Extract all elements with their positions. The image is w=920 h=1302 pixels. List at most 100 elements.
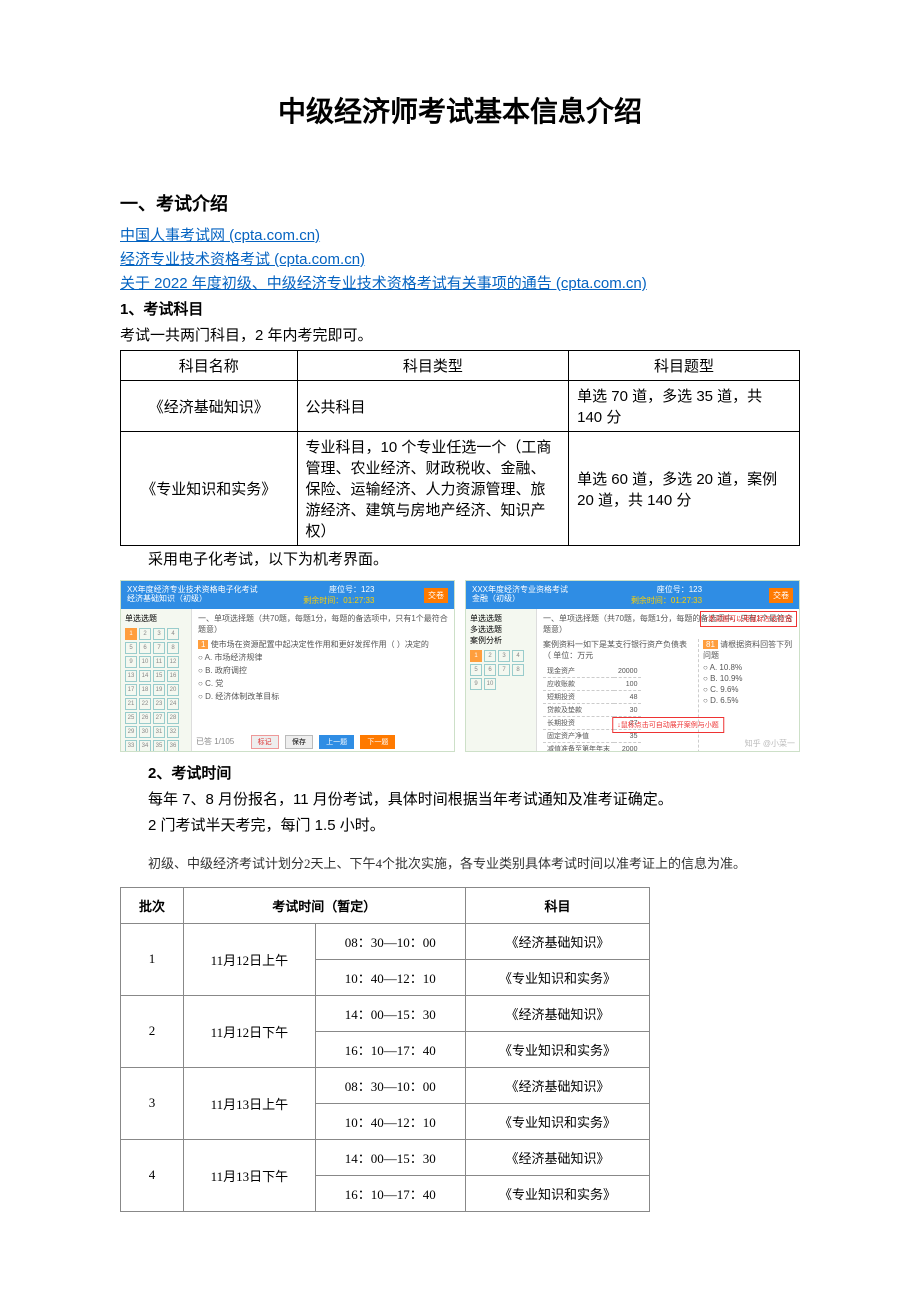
option-d[interactable]: ○ D. 6.5% [703, 696, 793, 705]
question-nav-cell[interactable]: 1 [470, 650, 482, 662]
cell-time: 08：30—10：00 [315, 923, 465, 959]
cell-time: 16：10—17：40 [315, 1031, 465, 1067]
watermark: 知乎 @小菜一 [745, 738, 795, 749]
sidebar-tab[interactable]: 多选选题 [470, 624, 532, 635]
option-b[interactable]: ○ B. 政府调控 [198, 665, 448, 676]
table-row: 《专业知识和实务》 专业科目，10 个专业任选一个（工商管理、农业经济、财政税收… [121, 432, 800, 546]
question-nav-cell[interactable]: 3 [153, 628, 165, 640]
question-nav-cell[interactable]: 10 [139, 656, 151, 668]
question-nav-cell[interactable]: 28 [167, 712, 179, 724]
cell-time: 10：40—12：10 [315, 959, 465, 995]
schedule-table: 批次 考试时间（暂定） 科目 111月12日上午08：30—10：00《经济基础… [120, 887, 650, 1212]
question-nav-cell[interactable]: 27 [153, 712, 165, 724]
question-nav-cell[interactable]: 15 [153, 670, 165, 682]
question-nav-sidebar: 单选选题 多选选题 案例分析 1234 5678 910 [466, 609, 536, 751]
question-nav-cell[interactable]: 24 [167, 698, 179, 710]
question-nav-cell[interactable]: 9 [125, 656, 137, 668]
question-nav-cell[interactable]: 36 [167, 740, 179, 752]
question-nav-cell[interactable]: 22 [139, 698, 151, 710]
mark-button[interactable]: 标记 [251, 735, 279, 749]
question-nav-cell[interactable]: 25 [125, 712, 137, 724]
subsection-1-heading: 1、考试科目 [120, 298, 800, 322]
option-a[interactable]: ○ A. 市场经济规律 [198, 652, 448, 663]
sidebar-tab[interactable]: 单选选题 [470, 613, 532, 624]
question-nav-cell[interactable]: 19 [153, 684, 165, 696]
link-2022-notice[interactable]: 关于 2022 年度初级、中级经济专业技术资格考试有关事项的通告 (cpta.c… [120, 272, 800, 296]
question-nav-cell[interactable]: 26 [139, 712, 151, 724]
question-nav-cell[interactable]: 29 [125, 726, 137, 738]
question-nav-cell[interactable]: 5 [470, 664, 482, 676]
question-nav-cell[interactable]: 4 [167, 628, 179, 640]
question-nav-cell[interactable]: 16 [167, 670, 179, 682]
question-nav-cell[interactable]: 8 [512, 664, 524, 676]
col-exam-time: 考试时间（暂定） [183, 887, 465, 923]
question-nav-cell[interactable]: 33 [125, 740, 137, 752]
question-grid: 1234 5678 910 [470, 650, 532, 690]
seat-label: 座位号：123 [329, 585, 374, 594]
timer-label: 剩余时间：01:27:33 [631, 596, 702, 605]
sidebar-tab[interactable]: 单选选题 [125, 613, 187, 624]
question-footer: 标记 保存 上一题 下一题 [192, 735, 454, 749]
question-nav-cell[interactable]: 7 [153, 642, 165, 654]
question-nav-cell[interactable]: 13 [125, 670, 137, 682]
sidebar-tab[interactable]: 案例分析 [470, 635, 532, 646]
subjects-table: 科目名称 科目类型 科目题型 《经济基础知识》 公共科目 单选 70 道，多选 … [120, 350, 800, 546]
question-nav-cell[interactable]: 4 [512, 650, 524, 662]
submit-exam-button[interactable]: 交卷 [769, 588, 793, 603]
table-row: 111月12日上午08：30—10：00《经济基础知识》 [121, 923, 650, 959]
option-d[interactable]: ○ D. 经济体制改革目标 [198, 691, 448, 702]
question-nav-cell[interactable]: 1 [125, 628, 137, 640]
note-after-table: 采用电子化考试，以下为机考界面。 [120, 548, 800, 572]
question-nav-cell[interactable]: 31 [153, 726, 165, 738]
col-question-type: 科目题型 [569, 351, 800, 381]
question-nav-cell[interactable]: 17 [125, 684, 137, 696]
question-nav-cell[interactable]: 5 [125, 642, 137, 654]
cell-subject: 《专业知识和实务》 [465, 1103, 650, 1139]
case-data-table: 现金资产20000应收账款100短期投资48贷款及垫款30长期投资27固定资产净… [543, 665, 641, 752]
question-nav-cell[interactable]: 6 [484, 664, 496, 676]
col-batch: 批次 [121, 887, 184, 923]
cell-time: 08：30—10：00 [315, 1067, 465, 1103]
question-instruction: 一、单项选择题（共70题，每题1分，每题的备选项中，只有1个最符合题意） [198, 613, 448, 635]
save-button[interactable]: 保存 [285, 735, 313, 749]
question-nav-cell[interactable]: 2 [139, 628, 151, 640]
question-stem: 使市场在资源配置中起决定性作用和更好发挥作用（ ）决定的 [211, 640, 429, 649]
question-number-icon: 1 [198, 640, 208, 649]
question-nav-cell[interactable]: 10 [484, 678, 496, 690]
subsection-2-heading: 2、考试时间 [120, 762, 800, 786]
question-nav-cell[interactable]: 11 [153, 656, 165, 668]
question-nav-cell[interactable]: 34 [139, 740, 151, 752]
cell-subject: 《专业知识和实务》 [465, 959, 650, 995]
exam-topbar: XX年度经济专业技术资格电子化考试 经济基础知识（初级） 座位号：123 剩余时… [121, 581, 454, 609]
question-nav-cell[interactable]: 32 [167, 726, 179, 738]
question-nav-cell[interactable]: 2 [484, 650, 496, 662]
question-nav-cell[interactable]: 21 [125, 698, 137, 710]
question-nav-cell[interactable]: 12 [167, 656, 179, 668]
next-button[interactable]: 下一题 [360, 735, 395, 749]
option-c[interactable]: ○ C. 党 [198, 678, 448, 689]
question-nav-cell[interactable]: 23 [153, 698, 165, 710]
question-nav-cell[interactable]: 14 [139, 670, 151, 682]
question-nav-cell[interactable]: 35 [153, 740, 165, 752]
question-nav-cell[interactable]: 20 [167, 684, 179, 696]
prev-button[interactable]: 上一题 [319, 735, 354, 749]
question-nav-cell[interactable]: 3 [498, 650, 510, 662]
question-nav-cell[interactable]: 30 [139, 726, 151, 738]
table-row: 411月13日下午14：00—15：30《经济基础知识》 [121, 1139, 650, 1175]
question-nav-sidebar: 单选选题 12345678910111213141516171819202122… [121, 609, 191, 751]
question-nav-cell[interactable]: 6 [139, 642, 151, 654]
schedule-intro: 初级、中级经济考试计划分2天上、下午4个批次实施，各专业类别具体考试时间以准考证… [120, 850, 800, 879]
question-nav-cell[interactable]: 7 [498, 664, 510, 676]
link-exam-page[interactable]: 经济专业技术资格考试 (cpta.com.cn) [120, 248, 800, 272]
option-b[interactable]: ○ B. 10.9% [703, 674, 793, 683]
option-c[interactable]: ○ C. 9.6% [703, 685, 793, 694]
cell-batch: 1 [121, 923, 184, 995]
question-nav-cell[interactable]: 9 [470, 678, 482, 690]
question-nav-cell[interactable]: 18 [139, 684, 151, 696]
table-row: 《经济基础知识》 公共科目 单选 70 道，多选 35 道，共 140 分 [121, 381, 800, 432]
option-a[interactable]: ○ A. 10.8% [703, 663, 793, 672]
question-nav-cell[interactable]: 8 [167, 642, 179, 654]
link-cpta-home[interactable]: 中国人事考试网 (cpta.com.cn) [120, 224, 800, 248]
submit-exam-button[interactable]: 交卷 [424, 588, 448, 603]
cell-time: 16：10—17：40 [315, 1175, 465, 1211]
